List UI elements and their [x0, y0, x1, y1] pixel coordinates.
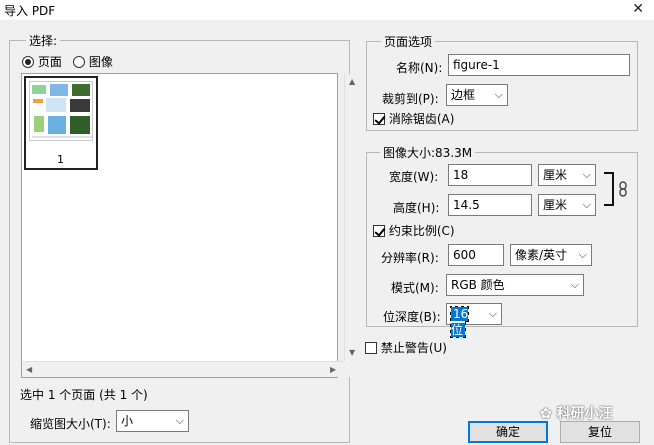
suppress-warnings-check-indicator[interactable]: [365, 341, 377, 354]
chevron-down-icon: ⌵: [570, 278, 579, 291]
radio-image-label: 图像: [88, 55, 113, 69]
thumb-size-select[interactable]: 小 ⌵: [116, 410, 189, 432]
constrain-check-indicator[interactable]: [373, 224, 385, 237]
depth-select[interactable]: 16 位 ⌵: [446, 303, 502, 338]
resolution-unit-value: 像素/英寸: [515, 248, 568, 262]
name-input[interactable]: figure-1: [448, 54, 630, 76]
antialias-label: 消除锯齿(A): [388, 112, 455, 126]
chevron-down-icon: ⌵: [582, 198, 591, 211]
width-unit-value: 厘米: [543, 168, 568, 182]
width-input[interactable]: 18: [448, 164, 532, 186]
close-icon[interactable]: ✕: [632, 1, 644, 17]
watermark-text: 科研小汪: [556, 406, 613, 422]
thumb-size-value: 小: [121, 414, 134, 428]
window-title: 导入 PDF: [4, 4, 56, 18]
reset-button[interactable]: 复位: [560, 421, 640, 443]
antialias-check-indicator[interactable]: [373, 112, 385, 125]
crop-select[interactable]: 边框 ⌵: [446, 84, 508, 106]
figure-preview-icon: [32, 84, 92, 138]
width-unit-select[interactable]: 厘米 ⌵: [538, 164, 596, 186]
watermark: ✿ 科研小汪: [540, 403, 613, 423]
mode-select[interactable]: RGB 颜色 ⌵: [446, 274, 584, 296]
width-label: 宽度(W):: [389, 170, 439, 184]
constrain-bracket: [604, 172, 614, 206]
height-unit-select[interactable]: 厘米 ⌵: [538, 194, 596, 216]
ok-button[interactable]: 确定: [468, 421, 548, 443]
chevron-down-icon: ⌵: [488, 307, 497, 320]
resolution-unit-select[interactable]: 像素/英寸 ⌵: [510, 244, 592, 266]
crop-value: 边框: [451, 88, 476, 102]
select-group-label: 选择:: [26, 32, 61, 49]
page-options-label: 页面选项: [381, 33, 436, 50]
suppress-warnings-label: 禁止警告(U): [380, 341, 447, 355]
mode-label: 模式(M):: [391, 281, 439, 295]
depth-label: 位深度(B):: [383, 310, 441, 324]
radio-image-indicator[interactable]: [73, 55, 85, 68]
scrollbar-corner: [344, 361, 359, 377]
scroll-right-icon[interactable]: ▶: [330, 365, 336, 374]
resolution-label: 分辨率(R):: [381, 251, 439, 265]
selection-status: 选中 1 个页面 (共 1 个): [20, 388, 148, 402]
constrain-checkbox[interactable]: 约束比例(C): [373, 222, 455, 239]
page-thumbnail[interactable]: 1: [24, 76, 98, 170]
constrain-label: 约束比例(C): [388, 224, 455, 238]
thumbnail-pane[interactable]: 1 ▲ ▼ ◀ ▶: [21, 73, 359, 378]
height-label: 高度(H):: [393, 201, 440, 215]
vertical-scrollbar[interactable]: ▲ ▼: [344, 74, 359, 361]
suppress-warnings-checkbox[interactable]: 禁止警告(U): [365, 339, 447, 356]
radio-page-indicator[interactable]: [22, 55, 34, 68]
radio-page-label: 页面: [37, 55, 62, 69]
height-unit-value: 厘米: [543, 198, 568, 212]
scroll-down-icon[interactable]: ▼: [349, 348, 355, 357]
radio-image[interactable]: 图像: [73, 53, 113, 70]
title-bar: 导入 PDF ✕: [0, 0, 654, 20]
horizontal-scrollbar[interactable]: ◀ ▶: [22, 361, 344, 377]
depth-value: 16 位: [449, 306, 470, 338]
height-input[interactable]: 14.5: [448, 194, 532, 216]
link-icon: [619, 181, 627, 197]
scroll-up-icon[interactable]: ▲: [349, 77, 355, 86]
wechat-icon: ✿: [540, 406, 557, 422]
resolution-input[interactable]: 600: [448, 244, 504, 266]
chevron-down-icon: ⌵: [582, 168, 591, 181]
image-size-label: 图像大小:83.3M: [380, 144, 476, 161]
name-label: 名称(N):: [396, 61, 443, 75]
antialias-checkbox[interactable]: 消除锯齿(A): [373, 110, 454, 127]
thumb-size-label: 缩览图大小(T):: [30, 417, 111, 431]
chevron-down-icon: ⌵: [494, 88, 503, 101]
scroll-left-icon[interactable]: ◀: [26, 365, 32, 374]
radio-page[interactable]: 页面: [22, 53, 62, 70]
page-preview-image: [29, 81, 93, 141]
crop-label: 裁剪到(P):: [382, 92, 439, 106]
thumbnail-page-number: 1: [57, 153, 64, 166]
mode-value: RGB 颜色: [451, 278, 505, 292]
chevron-down-icon: ⌵: [175, 414, 184, 427]
chevron-down-icon: ⌵: [578, 248, 587, 261]
